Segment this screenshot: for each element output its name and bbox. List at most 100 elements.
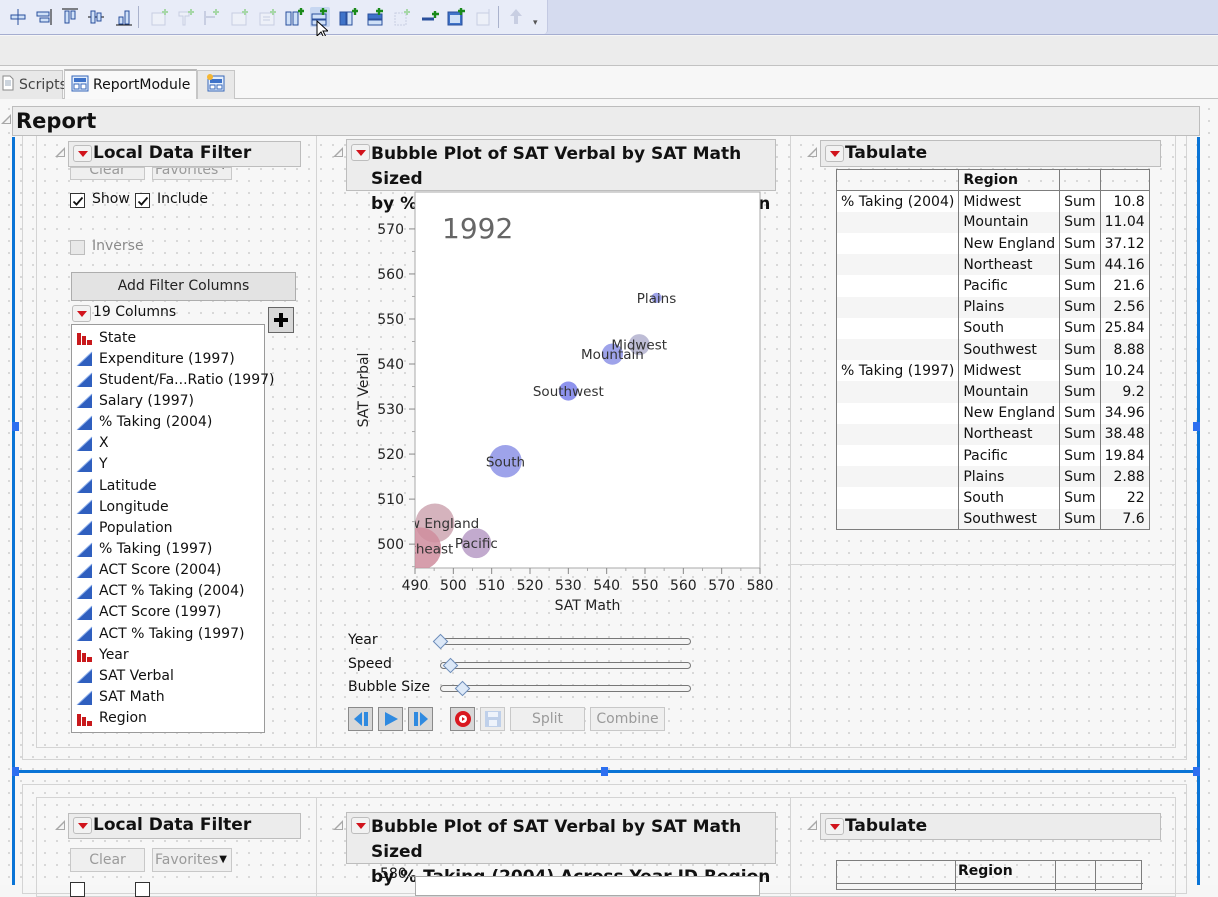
column-list-item[interactable]: Year	[76, 644, 129, 665]
h-splitter-icon[interactable]	[338, 7, 358, 27]
combine-button[interactable]: Combine	[590, 707, 665, 731]
disclosure-icon[interactable]	[333, 820, 343, 830]
bubble-plot-header-2[interactable]: Bubble Plot of SAT Verbal by SAT Math Si…	[346, 812, 776, 887]
show-checkbox[interactable]	[70, 193, 85, 208]
speed-slider[interactable]	[440, 662, 691, 669]
favorites-dropdown[interactable]: Favorites ▼	[152, 848, 232, 872]
column-list-item[interactable]: % Taking (2004)	[76, 412, 212, 433]
add-page-icon[interactable]	[474, 7, 494, 27]
resize-handle[interactable]	[12, 422, 19, 431]
align-bottom-icon[interactable]	[114, 7, 134, 27]
column-list-item[interactable]: % Taking (1997)	[76, 539, 212, 560]
bubble-size-slider[interactable]	[440, 685, 691, 692]
column-list-item[interactable]: SAT Math	[76, 687, 165, 708]
report-outline-header[interactable]	[12, 106, 1200, 136]
disclosure-icon[interactable]	[55, 820, 65, 830]
red-triangle-menu-icon[interactable]	[351, 817, 370, 834]
resize-handle[interactable]	[601, 767, 608, 776]
save-button[interactable]	[480, 707, 505, 731]
resize-handle[interactable]	[1193, 422, 1200, 431]
step-back-button[interactable]	[348, 707, 373, 731]
tab-new-report-module[interactable]	[197, 70, 235, 99]
plot-frame[interactable]	[414, 191, 761, 569]
disclosure-icon[interactable]	[333, 147, 343, 157]
bubble-plot[interactable]: 1992 500 510 520 530 540 550 560 570 490 500 510 520…	[340, 188, 780, 628]
run-script-icon[interactable]	[506, 7, 526, 27]
tab-reportmodule[interactable]: ReportModule	[64, 69, 197, 99]
column-list-item[interactable]: ACT % Taking (1997)	[76, 623, 244, 644]
year-slider[interactable]	[440, 638, 691, 645]
add-panel-icon[interactable]	[446, 7, 466, 27]
disclosure-icon[interactable]	[807, 820, 817, 830]
region-cell: Midwest	[958, 360, 1060, 382]
column-list-item[interactable]: Y	[76, 454, 108, 475]
add-column-button[interactable]	[268, 307, 294, 333]
column-list-item[interactable]: SAT Verbal	[76, 665, 174, 686]
local-data-filter-header-2[interactable]: Local Data Filter	[68, 813, 301, 839]
step-forward-button[interactable]	[408, 707, 433, 731]
column-list-item[interactable]: Latitude	[76, 475, 157, 496]
add-box3-icon[interactable]	[258, 7, 278, 27]
add-outline-icon[interactable]	[392, 7, 412, 27]
local-data-filter-header[interactable]: Local Data Filter	[68, 141, 301, 167]
align-right-icon[interactable]	[34, 7, 54, 27]
clear-button[interactable]: Clear	[70, 848, 145, 872]
column-list-item[interactable]: Expenditure (1997)	[76, 348, 235, 369]
add-left-icon[interactable]	[202, 7, 222, 27]
add-tab-icon[interactable]	[176, 7, 196, 27]
red-triangle-menu-icon[interactable]	[825, 145, 844, 162]
include-checkbox[interactable]	[135, 882, 150, 897]
tab-scripts[interactable]: Scripts	[0, 70, 67, 99]
split-button[interactable]: Split	[510, 707, 585, 731]
resize-handle[interactable]	[1193, 767, 1200, 776]
value-cell: 44.16	[1099, 254, 1150, 276]
red-triangle-menu-icon[interactable]	[351, 144, 370, 161]
chevron-down-icon[interactable]: ▾	[533, 18, 538, 28]
region-cell: New England	[958, 233, 1060, 255]
column-list-item[interactable]: X	[76, 433, 109, 454]
add-line-icon[interactable]	[420, 7, 440, 27]
tabulate-header-2[interactable]: Tabulate	[820, 813, 1161, 840]
add-box2-icon[interactable]	[230, 7, 250, 27]
outline-title: Local Data Filter	[93, 815, 252, 835]
bubble-plot-frame-2[interactable]	[415, 876, 760, 896]
tabulate-table: Region% Taking (2004) Midwest Sum 10.8 Mount…	[836, 169, 1150, 531]
disclosure-icon[interactable]	[55, 147, 65, 157]
red-triangle-menu-icon[interactable]	[73, 817, 92, 834]
v-splitter-icon[interactable]	[366, 7, 386, 27]
favorites-dropdown[interactable]: Favorites ▼	[152, 167, 232, 180]
columns-menu-icon[interactable]	[72, 305, 91, 322]
resize-handle[interactable]	[12, 767, 19, 776]
include-checkbox[interactable]	[135, 193, 150, 208]
h-list-box-icon[interactable]	[284, 7, 304, 27]
red-triangle-menu-icon[interactable]	[73, 145, 92, 162]
align-middle-icon[interactable]	[86, 7, 106, 27]
play-button[interactable]	[378, 707, 403, 731]
table-row: South Sum 22	[836, 487, 1150, 509]
clear-button[interactable]: Clear	[70, 167, 145, 180]
column-list[interactable]: State Expenditure (1997) Student/Fa...Rati…	[71, 324, 274, 733]
column-list-item[interactable]: Salary (1997)	[76, 390, 194, 411]
column-list-item[interactable]: Longitude	[76, 496, 169, 517]
red-triangle-menu-icon[interactable]	[825, 818, 844, 835]
value-cell: 10.8	[1099, 190, 1150, 212]
add-filter-columns-button[interactable]: Add Filter Columns	[71, 272, 296, 301]
column-list-item[interactable]: ACT Score (1997)	[76, 602, 221, 623]
column-list-item[interactable]: ACT Score (2004)	[76, 560, 221, 581]
column-list-item[interactable]: Region	[76, 708, 147, 729]
disclosure-icon[interactable]	[807, 147, 817, 157]
disclosure-icon[interactable]	[1, 114, 11, 124]
column-list-item[interactable]: Student/Fa...Ratio (1997)	[76, 369, 274, 390]
column-list-item[interactable]: ACT % Taking (2004)	[76, 581, 244, 602]
record-button[interactable]	[450, 707, 475, 731]
column-list-item[interactable]: Population	[76, 517, 173, 538]
align-center-icon[interactable]	[8, 7, 28, 27]
tabulate-header[interactable]: Tabulate	[820, 140, 1161, 167]
show-checkbox[interactable]	[70, 882, 85, 897]
align-top-icon[interactable]	[60, 7, 80, 27]
inverse-checkbox[interactable]	[70, 240, 85, 255]
add-box-icon[interactable]	[150, 7, 170, 27]
bubble-label: Pacific	[455, 536, 498, 552]
column-list-item[interactable]: State	[76, 327, 136, 348]
bubble-plot-header[interactable]: Bubble Plot of SAT Verbal by SAT Math Si…	[346, 139, 776, 214]
